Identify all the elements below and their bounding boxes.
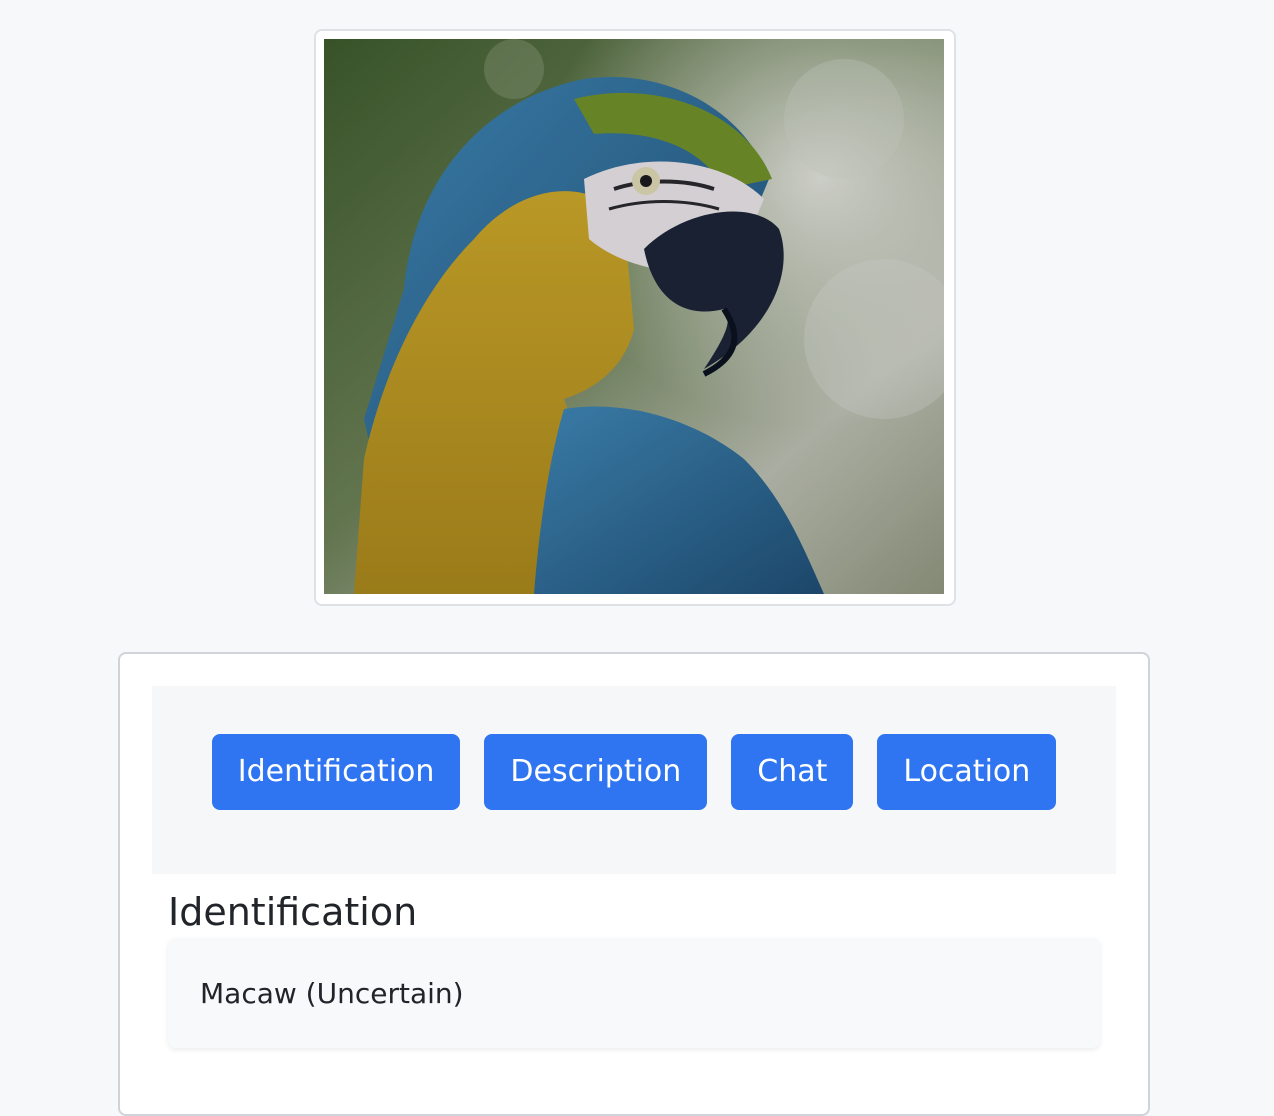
identification-result-text: Macaw (Uncertain) — [200, 976, 464, 1010]
section-title: Identification — [168, 890, 418, 934]
results-card: Identification Description Chat Location… — [118, 652, 1150, 1116]
tab-description[interactable]: Description — [484, 734, 708, 810]
tab-chat[interactable]: Chat — [731, 734, 854, 810]
tab-bar: Identification Description Chat Location — [152, 686, 1116, 874]
identification-result: Macaw (Uncertain) — [168, 938, 1100, 1048]
macaw-photo — [324, 39, 944, 594]
tab-identification[interactable]: Identification — [211, 734, 461, 810]
tab-location[interactable]: Location — [877, 734, 1057, 810]
uploaded-image-frame — [314, 29, 956, 606]
